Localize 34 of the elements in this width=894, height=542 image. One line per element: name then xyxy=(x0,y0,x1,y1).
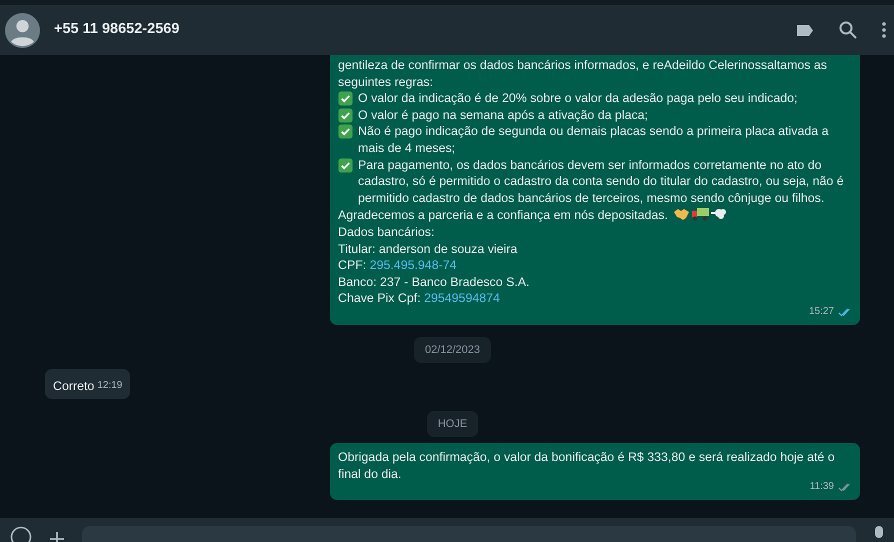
emoji-icon[interactable] xyxy=(10,526,32,542)
label-icon[interactable] xyxy=(796,24,814,36)
message-line: Chave Pix Cpf: 29549594874 xyxy=(338,290,501,307)
message-line: gentileza de confirmar os dados bancários informados, e reAdeildo Celerinossaltamos as seguintes regras: xyxy=(338,57,828,90)
contact-name[interactable]: +55 11 98652-2569 xyxy=(54,19,180,41)
message-time: 12:19 xyxy=(97,379,122,393)
check-mark-icon xyxy=(338,108,353,123)
truck-icon xyxy=(690,206,710,222)
search-icon[interactable] xyxy=(839,21,857,39)
message-line: Correto xyxy=(53,378,94,395)
message-line: Para pagamento, os dados bancários devem ser informados corretamente no ato do cadastro, só é permitido o cadastro da conta sendo do titular do cadastro, ou seja, não é permitido cadastro de dados bancários de terceiros, mesmo sendo cônjuge ou filhos. xyxy=(358,156,845,206)
message-line: Banco: 237 - Banco Bradesco S.A. xyxy=(338,274,530,290)
handshake-icon xyxy=(672,206,690,222)
link[interactable]: 29549594874 xyxy=(424,291,500,306)
message-line: O valor da indicação é de 20% sobre o valor da adesão paga pelo seu indicado; xyxy=(358,90,798,107)
dash-puff-icon xyxy=(710,206,727,222)
avatar-icon[interactable] xyxy=(5,12,40,48)
message-time: 11:39 xyxy=(810,480,834,494)
message-line: Titular: anderson de souza vieira xyxy=(338,240,518,258)
menu-icon[interactable] xyxy=(882,22,886,38)
message-line: Obrigada pela confirmação, o valor da bonificação é R$ 333,80 e será realizado hoje até o final do dia. xyxy=(338,449,836,482)
check-mark-icon xyxy=(338,158,353,173)
link[interactable]: 295.495.948-74 xyxy=(370,258,457,272)
message-line: O valor é pago na semana após a ativação da placa; xyxy=(358,106,648,124)
message-line: Dados bancários: xyxy=(338,224,436,241)
message-line: Agradecemos a parceria e a confiança em nós depositadas. xyxy=(338,208,668,222)
message-line: Não é pago indicação de segunda ou demais placas sendo a primeira placa ativada a mais de 4 meses; xyxy=(358,123,830,157)
check-mark-icon xyxy=(338,91,353,106)
date-chip: HOJE xyxy=(426,410,478,438)
check-mark-icon xyxy=(338,124,353,140)
date-chip: 02/12/2023 xyxy=(414,336,492,363)
message-time: 15:27 xyxy=(808,304,834,319)
plus-icon[interactable] xyxy=(50,532,64,542)
message-line: CPF: 295.495.948-74 xyxy=(338,257,458,274)
